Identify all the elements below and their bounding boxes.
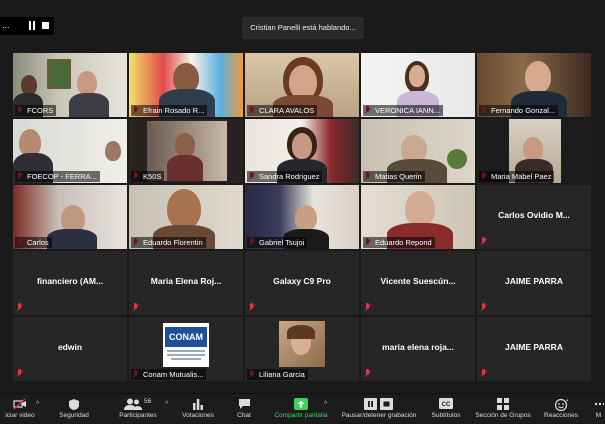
muted-mic-icon [480, 303, 488, 312]
stop-recording-icon[interactable] [42, 22, 49, 29]
grid-icon [497, 398, 509, 411]
participant-tile[interactable]: Matias Querin [361, 119, 475, 183]
pause-stop-icons [364, 398, 394, 411]
participant-tile[interactable]: Liliana Garcia [245, 317, 359, 381]
participant-tile[interactable]: Sandra Rodriguez [245, 119, 359, 183]
participant-name: Maria Elena Roj... [150, 276, 222, 286]
bar-chart-icon [192, 398, 204, 411]
more-button[interactable]: M [592, 394, 605, 424]
active-speaker-banner: Cristian Panelli está hablando... [242, 17, 364, 39]
participant-tile[interactable]: K50S [129, 119, 243, 183]
participant-tile[interactable]: edwin [13, 317, 127, 381]
participant-name: K50S [131, 171, 165, 182]
profile-photo [279, 321, 325, 367]
muted-mic-icon [16, 369, 24, 378]
participant-name: financiero (AM... [36, 276, 104, 286]
participant-tile[interactable]: Eduardo Florentin [129, 185, 243, 249]
video-off-icon [13, 398, 27, 411]
muted-mic-icon [364, 369, 372, 378]
participant-tile[interactable]: Carlos Ovidio M... [477, 185, 591, 249]
participants-count: 56 [144, 398, 152, 405]
reactions-button[interactable]: + Reacciones [540, 394, 582, 424]
participant-name: maria elena roja... [382, 342, 454, 352]
participant-name: FCORS [15, 105, 57, 116]
participants-icon: 56 [120, 398, 156, 411]
participant-tile[interactable]: CONAM Conam Mutualis... [129, 317, 243, 381]
participant-tile[interactable]: FOECOP - FERRA... [13, 119, 127, 183]
participant-name: Galaxy C9 Pro [273, 276, 331, 286]
pause-recording-icon[interactable] [28, 21, 36, 30]
share-options-caret[interactable]: ^ [324, 401, 327, 408]
participant-name: Matias Querin [363, 171, 425, 182]
share-screen-button[interactable]: Compartir pantalla [268, 394, 334, 424]
security-button[interactable]: Seguridad [52, 394, 96, 424]
participant-tile[interactable]: JAIME PARRA [477, 251, 591, 315]
participant-tile[interactable]: Eduardo Repond [361, 185, 475, 249]
participants-options-caret[interactable]: ^ [165, 401, 168, 408]
share-screen-icon [294, 398, 308, 411]
participant-name: Eduardo Florentin [131, 237, 206, 248]
participant-name: JAIME PARRA [505, 342, 563, 352]
muted-mic-icon [16, 303, 24, 312]
muted-mic-icon [480, 237, 488, 246]
meeting-toolbar: iciar video ^ Seguridad 56 Participantes… [0, 393, 605, 423]
participant-tile[interactable]: Fernando Gonzal... [477, 53, 591, 117]
participant-tile[interactable]: Maria Elena Roj... [129, 251, 243, 315]
participant-name: Gabriel Tsujoi [247, 237, 308, 248]
chat-button[interactable]: Chat [228, 394, 260, 424]
muted-mic-icon [480, 369, 488, 378]
participant-name: edwin [57, 342, 83, 352]
top-bar: ... Cristian Panelli está hablando... [0, 0, 605, 50]
conam-logo: CONAM [163, 323, 209, 367]
participant-tile[interactable]: JAIME PARRA [477, 317, 591, 381]
participant-tile[interactable]: maria elena roja... [361, 317, 475, 381]
participant-name: VERONICA IANN... [363, 105, 444, 116]
subtitles-button[interactable]: CC Subtítulos [428, 394, 464, 424]
participant-name: Conam Mutualis... [131, 369, 207, 380]
muted-mic-icon [132, 303, 140, 312]
participant-name: FOECOP - FERRA... [15, 171, 100, 182]
muted-mic-icon [364, 303, 372, 312]
cc-icon: CC [439, 398, 453, 411]
participant-tile[interactable]: Gabriel Tsujoi [245, 185, 359, 249]
participant-tile[interactable]: Efrain Rosado R... [129, 53, 243, 117]
shield-icon [68, 398, 80, 411]
participant-tile[interactable]: Carlos [13, 185, 127, 249]
participant-name: JAIME PARRA [505, 276, 563, 286]
recording-controls: ... [0, 17, 54, 35]
video-options-caret[interactable]: ^ [36, 401, 39, 408]
participant-name: Carlos [15, 237, 52, 248]
participant-tile[interactable]: Vicente Suescún... [361, 251, 475, 315]
participant-name: Carlos Ovidio M... [498, 210, 570, 220]
more-icon [594, 398, 605, 411]
participant-name: Eduardo Repond [363, 237, 435, 248]
participants-button[interactable]: 56 Participantes [110, 394, 166, 424]
pause-stop-recording-button[interactable]: Pausar/detener grabación [338, 394, 420, 424]
start-video-button[interactable]: iciar video [0, 394, 40, 424]
breakout-rooms-button[interactable]: Sección de Grupos [472, 394, 534, 424]
chat-bubble-icon [238, 398, 251, 411]
participant-name: Maria Mabel Paez [479, 171, 555, 182]
svg-text:+: + [566, 398, 568, 404]
participant-name: Fernando Gonzal... [479, 105, 559, 116]
participant-tile[interactable]: VERONICA IANN... [361, 53, 475, 117]
participant-name: CLARA AVALOS [247, 105, 318, 116]
participant-tile[interactable]: Maria Mabel Paez [477, 119, 591, 183]
participant-tile[interactable]: Galaxy C9 Pro [245, 251, 359, 315]
smiley-icon: + [554, 398, 569, 412]
muted-mic-icon [248, 303, 256, 312]
polls-button[interactable]: Votaciones [178, 394, 218, 424]
participant-name: Vicente Suescún... [380, 276, 456, 286]
recording-dots: ... [2, 20, 10, 30]
participant-tile[interactable]: financiero (AM... [13, 251, 127, 315]
svg-text:CC: CC [442, 402, 451, 408]
participant-name: Efrain Rosado R... [131, 105, 208, 116]
participant-name: Sandra Rodriguez [247, 171, 323, 182]
participant-tile[interactable]: FCORS [13, 53, 127, 117]
participant-tile[interactable]: CLARA AVALOS [245, 53, 359, 117]
participant-name: Liliana Garcia [247, 369, 308, 380]
